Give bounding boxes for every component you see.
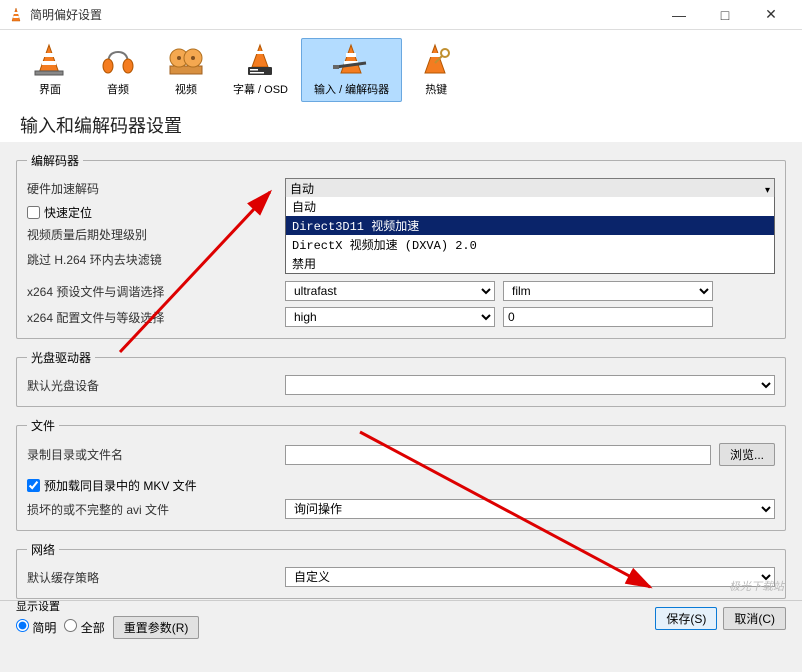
- tab-label: 输入 / 编解码器: [314, 81, 389, 97]
- x264-level-input[interactable]: [503, 307, 713, 327]
- cone-key-icon: [415, 43, 457, 79]
- cache-policy-label: 默认缓存策略: [27, 569, 277, 586]
- settings-scroll-area[interactable]: 编解码器 硬件加速解码 自动 自动 Direct3D11 视频加速 Direct…: [0, 142, 802, 672]
- x264-tune-select[interactable]: film: [503, 281, 713, 301]
- optical-legend: 光盘驱动器: [27, 349, 95, 366]
- cone-board-icon: [240, 43, 282, 79]
- codec-legend: 编解码器: [27, 152, 83, 169]
- radio-simple[interactable]: [16, 619, 29, 632]
- x264-preset-select[interactable]: ultrafast: [285, 281, 495, 301]
- window-controls: — □ ✕: [656, 0, 794, 30]
- hw-decode-value: 自动: [290, 180, 314, 197]
- codec-group: 编解码器 硬件加速解码 自动 自动 Direct3D11 视频加速 Direct…: [16, 152, 786, 339]
- titlebar: 简明偏好设置 — □ ✕: [0, 0, 802, 30]
- files-legend: 文件: [27, 417, 59, 434]
- tab-label: 字幕 / OSD: [233, 81, 288, 97]
- cone-jack-icon: [331, 43, 373, 79]
- close-button[interactable]: ✕: [748, 0, 794, 30]
- watermark: 极光下载站: [729, 578, 784, 594]
- radio-all-row[interactable]: 全部: [64, 619, 104, 636]
- toolbar: 界面 音频 视频 字幕 / OSD 输入 / 编解码器 热键: [0, 30, 802, 106]
- radio-all[interactable]: [64, 619, 77, 632]
- page-title: 输入和编解码器设置: [0, 106, 802, 142]
- tab-label: 音频: [107, 81, 129, 97]
- fast-seek-label: 快速定位: [44, 204, 92, 221]
- tab-subtitles[interactable]: 字幕 / OSD: [220, 38, 301, 102]
- tab-interface[interactable]: 界面: [16, 38, 84, 102]
- save-button[interactable]: 保存(S): [655, 607, 717, 630]
- x264-profile-label: x264 配置文件与等级选择: [27, 309, 277, 326]
- tab-label: 热键: [425, 81, 447, 97]
- tab-video[interactable]: 视频: [152, 38, 220, 102]
- display-settings-label: 显示设置: [16, 598, 199, 614]
- dropdown-option-d3d11[interactable]: Direct3D11 视频加速: [286, 216, 774, 235]
- film-icon: [165, 43, 207, 79]
- footer: 显示设置 简明 全部 重置参数(R) 保存(S) 取消(C): [0, 600, 802, 636]
- vlc-app-icon: [8, 7, 24, 23]
- damaged-avi-label: 损坏的或不完整的 avi 文件: [27, 501, 277, 518]
- x264-preset-label: x264 预设文件与调谐选择: [27, 283, 277, 300]
- window-title: 简明偏好设置: [30, 6, 656, 23]
- postproc-label: 视频质量后期处理级别: [27, 226, 277, 243]
- default-disc-label: 默认光盘设备: [27, 377, 277, 394]
- files-group: 文件 录制目录或文件名 浏览... 预加载同目录中的 MKV 文件 损坏的或不完…: [16, 417, 786, 531]
- skip-loop-label: 跳过 H.264 环内去块滤镜: [27, 251, 277, 268]
- hw-decode-dropdown[interactable]: 自动 Direct3D11 视频加速 DirectX 视频加速 (DXVA) 2…: [285, 197, 775, 274]
- default-disc-select[interactable]: [285, 375, 775, 395]
- cache-policy-select[interactable]: 自定义: [285, 567, 775, 587]
- dropdown-option-auto[interactable]: 自动: [286, 197, 774, 216]
- tab-codecs[interactable]: 输入 / 编解码器: [301, 38, 402, 102]
- record-dir-input[interactable]: [285, 445, 711, 465]
- damaged-avi-select[interactable]: 询问操作: [285, 499, 775, 519]
- tab-audio[interactable]: 音频: [84, 38, 152, 102]
- tab-label: 界面: [39, 81, 61, 97]
- radio-simple-row[interactable]: 简明: [16, 619, 56, 636]
- cancel-button[interactable]: 取消(C): [723, 607, 786, 630]
- cone-icon: [29, 43, 71, 79]
- tab-hotkeys[interactable]: 热键: [402, 38, 470, 102]
- network-legend: 网络: [27, 541, 59, 558]
- minimize-button[interactable]: —: [656, 0, 702, 30]
- x264-profile-select[interactable]: high: [285, 307, 495, 327]
- hw-decode-select-visible[interactable]: 自动: [285, 178, 775, 199]
- maximize-button[interactable]: □: [702, 0, 748, 30]
- headphones-icon: [97, 43, 139, 79]
- preload-mkv-label: 预加载同目录中的 MKV 文件: [44, 477, 197, 494]
- browse-button[interactable]: 浏览...: [719, 443, 775, 466]
- record-dir-label: 录制目录或文件名: [27, 446, 277, 463]
- hw-decode-label: 硬件加速解码: [27, 180, 277, 197]
- dropdown-option-dxva2[interactable]: DirectX 视频加速 (DXVA) 2.0: [286, 235, 774, 254]
- network-group: 网络 默认缓存策略 自定义: [16, 541, 786, 599]
- optical-group: 光盘驱动器 默认光盘设备: [16, 349, 786, 407]
- chevron-down-icon: [765, 182, 770, 196]
- tab-label: 视频: [175, 81, 197, 97]
- fast-seek-checkbox[interactable]: [27, 206, 40, 219]
- preload-mkv-checkbox[interactable]: [27, 479, 40, 492]
- dropdown-option-disable[interactable]: 禁用: [286, 254, 774, 273]
